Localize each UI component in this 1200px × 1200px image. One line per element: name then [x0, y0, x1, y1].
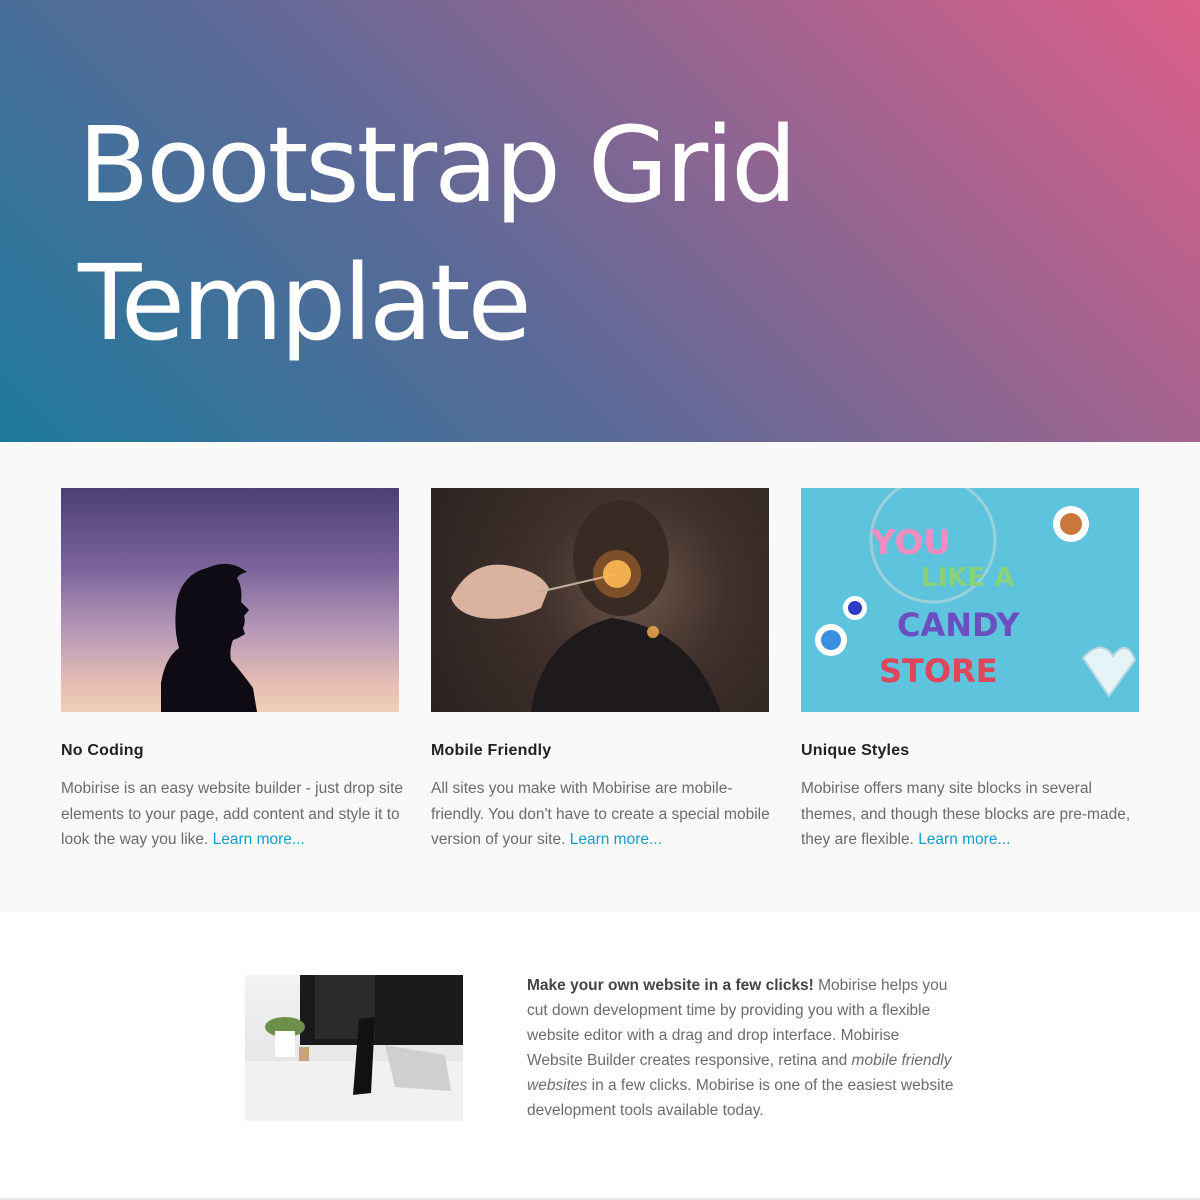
card-text: All sites you make with Mobirise are mob…: [431, 776, 777, 853]
learn-more-link[interactable]: Learn more...: [213, 831, 305, 848]
hero-title-line1: Bootstrap Grid: [78, 104, 797, 226]
hero-section: Bootstrap Grid Template: [0, 0, 1200, 442]
sparkler-image: [431, 488, 769, 712]
about-paragraph: Make your own website in a few clicks! M…: [527, 973, 959, 1123]
card-title: Mobile Friendly: [431, 742, 552, 759]
card-text: Mobirise is an easy website builder - ju…: [61, 776, 407, 853]
desk-scene: [245, 975, 463, 1121]
hero-title-line2: Template: [78, 242, 532, 364]
candy-word: CANDY: [897, 606, 1020, 644]
hero-title: Bootstrap Grid Template: [78, 96, 797, 372]
feature-card-mobile-friendly: Mobile Friendly All sites you make with …: [431, 488, 770, 853]
candy-letters: YOU LIKE A CANDY STORE: [815, 488, 1137, 698]
feature-card-no-coding: No Coding Mobirise is an easy website bu…: [61, 488, 403, 853]
silhouette-figure: [161, 563, 257, 712]
card-title: No Coding: [61, 742, 144, 759]
card-text: Mobirise offers many site blocks in seve…: [801, 776, 1147, 853]
candy-word: YOU: [870, 523, 951, 563]
desk-image: [245, 975, 463, 1121]
candy-word: STORE: [879, 652, 998, 690]
about-section: Make your own website in a few clicks! M…: [0, 912, 1200, 1200]
card-title: Unique Styles: [801, 742, 910, 759]
sparkler-figure: [451, 500, 721, 712]
silhouette-image: [61, 488, 399, 712]
about-text-2: in a few clicks. Mobirise is one of the …: [527, 1077, 954, 1119]
about-bold: Make your own website in a few clicks!: [527, 977, 814, 994]
candy-store-image: YOU LIKE A CANDY STORE: [801, 488, 1139, 712]
candy-word: LIKE A: [921, 563, 1014, 593]
learn-more-link[interactable]: Learn more...: [570, 831, 662, 848]
learn-more-link[interactable]: Learn more...: [918, 831, 1010, 848]
features-section: No Coding Mobirise is an easy website bu…: [0, 442, 1200, 912]
feature-card-unique-styles: YOU LIKE A CANDY STORE Unique Styles Mob…: [801, 488, 1139, 853]
